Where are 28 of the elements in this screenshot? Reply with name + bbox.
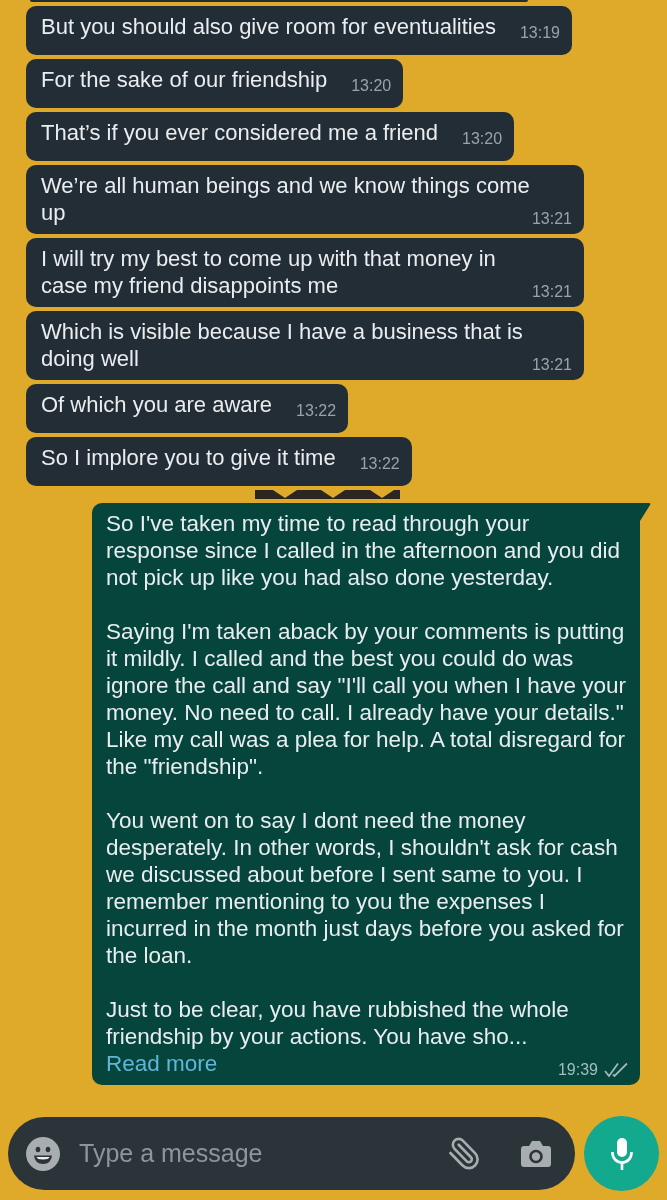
message-text: So I've taken my time to read through your response since I called in the afternoon and you did not pick up like you had also done yesterday.: [106, 510, 622, 591]
read-more-link[interactable]: Read more: [106, 1051, 218, 1076]
message-time: 13:21: [531, 356, 572, 374]
message-text: So I implore you to give it time: [41, 445, 336, 470]
emoji-icon[interactable]: [26, 1136, 60, 1171]
message-time: 19:39: [557, 1061, 598, 1079]
message-text: I will try my best to come up with that money in case my friend disappoints me: [41, 246, 496, 298]
message-text: You went on to say I dont need the money desperately. In other words, I shouldn't ask for cash we discussed about before I sent same to you. I remember mentioning to you the expenses I incurred in the month just days before you asked for the loan.: [106, 807, 625, 969]
message-text: That’s if you ever considered me a friend: [41, 120, 439, 145]
microphone-icon: [609, 1136, 634, 1171]
message-time: 13:22: [359, 455, 400, 473]
message-time: 13:21: [531, 283, 572, 301]
camera-icon[interactable]: [520, 1139, 552, 1168]
message-text: Of which you are aware: [41, 392, 273, 417]
message-time: 13:20: [351, 77, 392, 95]
message-text: Which is visible because I have a business that is doing well: [41, 319, 523, 371]
message-text: Just to be clear, you have rubbished the whole friendship by your actions. You have sho... Read more 19:39: [106, 996, 628, 1077]
message-time: 13:21: [531, 210, 572, 228]
message-text: But you should also give room for eventualities: [41, 14, 496, 39]
message-time: 13:20: [462, 130, 503, 148]
message-text: We’re all human beings and we know things come up: [41, 173, 530, 225]
paperclip-icon[interactable]: [447, 1136, 482, 1171]
message-composer[interactable]: Type a message: [8, 1117, 575, 1190]
message-input[interactable]: Type a message: [79, 1134, 447, 1173]
message-text: Saying I'm taken aback by your comments is putting it mildly. I called and the best you could do was ignore the call and say "I'll call you when I have your money. No need to call. I already have your details." Like my call was a plea for help. A total disregard for the "friendship".: [106, 618, 628, 780]
message-time: 13:19: [519, 24, 560, 42]
message-text: For the sake of our friendship: [41, 67, 328, 92]
message-time: 13:22: [296, 402, 337, 420]
